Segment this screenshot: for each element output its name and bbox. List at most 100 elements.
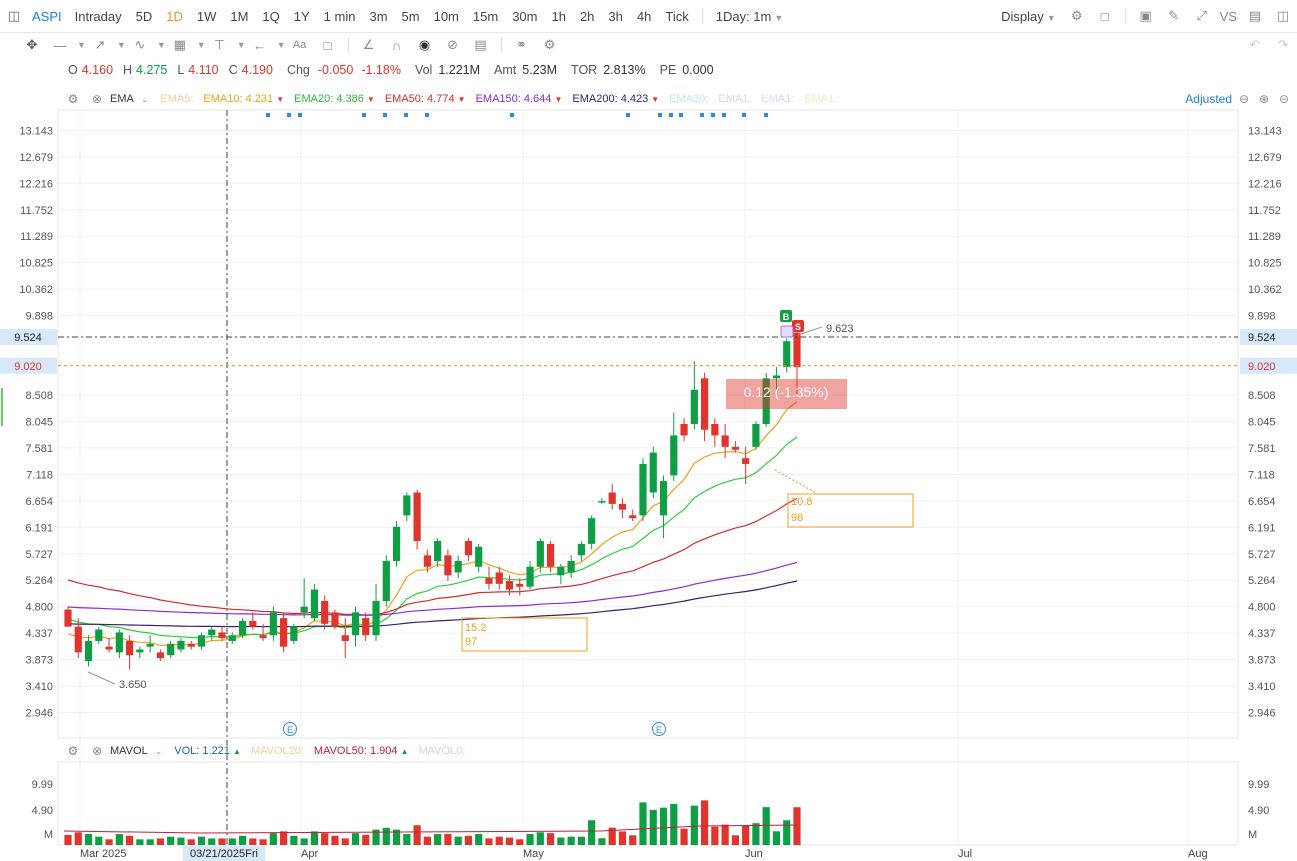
panel-toggle-icon[interactable]: ◫ xyxy=(5,7,23,25)
candle-body xyxy=(403,495,411,516)
ema150-legend[interactable]: EMA150: 4.644 ▼ xyxy=(476,93,563,105)
timeframe-tab-10m[interactable]: 10m xyxy=(434,9,459,24)
reset-icon[interactable]: ⊝ xyxy=(1275,90,1293,108)
candle-body xyxy=(392,526,401,562)
volume-bar xyxy=(372,829,380,845)
ema10-legend[interactable]: EMA10: 4.231 ▼ xyxy=(203,93,284,105)
timeframe-tab-2h[interactable]: 2h xyxy=(580,9,594,24)
volume-bar xyxy=(136,839,144,845)
price-tick-right: 6.191 xyxy=(1248,522,1276,534)
panel-right-icon[interactable]: ◫ xyxy=(1274,7,1292,25)
pencil-icon[interactable]: ✎ xyxy=(1165,7,1183,25)
volume-bar xyxy=(331,835,339,845)
timeframe-tab-1y[interactable]: 1Y xyxy=(294,9,310,24)
volume-indicator-name[interactable]: MAVOL xyxy=(110,745,148,757)
settings-icon[interactable]: ⚙ xyxy=(541,36,559,54)
volume-bar xyxy=(444,834,452,845)
timeframe-tab-1q[interactable]: 1Q xyxy=(262,9,279,24)
adjusted-toggle[interactable]: Adjusted xyxy=(1185,92,1232,106)
close-icon[interactable]: ⊗ xyxy=(88,742,106,760)
ruler-icon[interactable]: ∠ xyxy=(360,36,378,54)
mavol50-legend[interactable]: MAVOL50: 1.904 ▲ xyxy=(314,745,409,757)
fullscreen-icon[interactable]: ⤢ xyxy=(1193,7,1211,25)
price-tick-left: 3.410 xyxy=(25,681,53,693)
mavol20-legend[interactable]: MAVOL20: xyxy=(251,745,304,757)
trash-icon[interactable]: ▤ xyxy=(472,36,490,54)
book-icon[interactable]: ▤ xyxy=(1246,7,1264,25)
timeframe-tab-1-min[interactable]: 1 min xyxy=(324,9,356,24)
price-tick-left: 3.873 xyxy=(25,655,53,667)
chevron-down-icon[interactable]: ⌄ xyxy=(141,94,149,105)
candle-body xyxy=(762,378,770,424)
timeframe-tab-tick[interactable]: Tick xyxy=(665,9,688,24)
timeframe-tab-3h[interactable]: 3h xyxy=(608,9,622,24)
chevron-down-icon[interactable]: ⌄ xyxy=(155,746,163,757)
arrow-tool-icon[interactable]: ← xyxy=(251,36,269,54)
timeframe-tab-30m[interactable]: 30m xyxy=(512,9,537,24)
hide-icon[interactable]: ⊘ xyxy=(444,36,462,54)
line-tool-icon[interactable]: — xyxy=(51,36,69,54)
timeframe-tab-5m[interactable]: 5m xyxy=(402,9,420,24)
timeframe-tab-intraday[interactable]: Intraday xyxy=(75,9,122,24)
ema20-legend[interactable]: EMA20: 4.386 ▼ xyxy=(294,93,375,105)
redo-icon[interactable]: ↷ xyxy=(1274,36,1292,54)
ema200-legend[interactable]: EMA200: 4.423 ▼ xyxy=(572,93,659,105)
symbol-name[interactable]: ASPI xyxy=(32,9,62,24)
indicator-name[interactable]: EMA xyxy=(110,93,134,105)
measure-tool-icon[interactable]: ⊤ xyxy=(211,36,229,54)
gear-icon[interactable]: ⚙ xyxy=(1068,7,1086,25)
undo-icon[interactable]: ↶ xyxy=(1246,36,1264,54)
timeframe-tab-1h[interactable]: 1h xyxy=(551,9,565,24)
ema50-legend[interactable]: EMA50: 4.774 ▼ xyxy=(385,93,466,105)
ema150-line xyxy=(67,561,798,616)
eye-icon[interactable]: ◉ xyxy=(416,36,434,54)
candle-body xyxy=(197,635,206,647)
ema30-legend[interactable]: EMA30: xyxy=(669,93,708,105)
timeframe-tab-1w[interactable]: 1W xyxy=(197,9,217,24)
sell-marker-label: S xyxy=(795,322,801,332)
mavol0-legend[interactable]: MAVOL0: xyxy=(418,745,465,757)
timeframe-tab-3m[interactable]: 3m xyxy=(369,9,387,24)
chart-grid xyxy=(57,109,1239,846)
interval-select[interactable]: 1Day: 1m ▼ xyxy=(716,9,784,24)
ema5-legend[interactable]: EMA5: xyxy=(160,93,193,105)
ema-extra-legend-2[interactable]: EMA1: xyxy=(761,93,794,105)
fib-tool-icon[interactable]: ▦ xyxy=(171,36,189,54)
price-tick-left: 12.216 xyxy=(19,178,53,190)
timeframe-tab-4h[interactable]: 4h xyxy=(637,9,651,24)
compare-button[interactable]: VS xyxy=(1220,9,1237,24)
magnet-icon[interactable]: ∩ xyxy=(388,36,406,54)
timeframe-tab-1m[interactable]: 1M xyxy=(230,9,248,24)
price-chart[interactable]: 9.524 9.524 03/21/2025Fri 9.020 9.020 3.650 9.… xyxy=(0,0,1297,861)
candle-body xyxy=(577,543,585,556)
gear-icon[interactable]: ⚙ xyxy=(64,742,82,760)
timeframe-tab-5d[interactable]: 5D xyxy=(136,9,153,24)
open-value: 4.160 xyxy=(81,63,114,77)
text-tool-icon[interactable]: Aa xyxy=(291,36,309,54)
candle-body xyxy=(588,518,596,544)
zoom-in-icon[interactable]: ⊕ xyxy=(1255,90,1273,108)
ema-extra-legend-1[interactable]: EMA1: xyxy=(718,93,751,105)
layout-icon[interactable]: □ xyxy=(1096,7,1114,25)
camera-icon[interactable]: ▣ xyxy=(1137,7,1155,25)
timeframe-tab-15m[interactable]: 15m xyxy=(473,9,498,24)
volume-bar xyxy=(577,836,585,845)
close-icon[interactable]: ⊗ xyxy=(88,90,106,108)
volume-value: 1.221M xyxy=(438,63,481,77)
pattern-tool-icon[interactable]: ∿ xyxy=(131,36,149,54)
volume-bar xyxy=(659,807,668,845)
volume-bar xyxy=(618,831,627,845)
ema-extra-legend-3[interactable]: EMA1: xyxy=(804,93,837,105)
candle-body xyxy=(526,566,534,587)
move-icon[interactable]: ✥ xyxy=(23,36,41,54)
vol-legend[interactable]: VOL: 1.221 ▲ xyxy=(174,745,241,757)
gear-icon[interactable]: ⚙ xyxy=(64,90,82,108)
zoom-out-icon[interactable]: ⊖ xyxy=(1235,90,1253,108)
candle-body xyxy=(546,543,555,567)
trend-tool-icon[interactable]: ↗ xyxy=(91,36,109,54)
link-icon[interactable]: ⚭ xyxy=(513,36,531,54)
comment-icon[interactable]: □ xyxy=(319,36,337,54)
candle-body xyxy=(95,629,103,641)
timeframe-tab-1d[interactable]: 1D xyxy=(166,9,183,24)
display-menu[interactable]: Display ▼ xyxy=(1001,9,1056,24)
